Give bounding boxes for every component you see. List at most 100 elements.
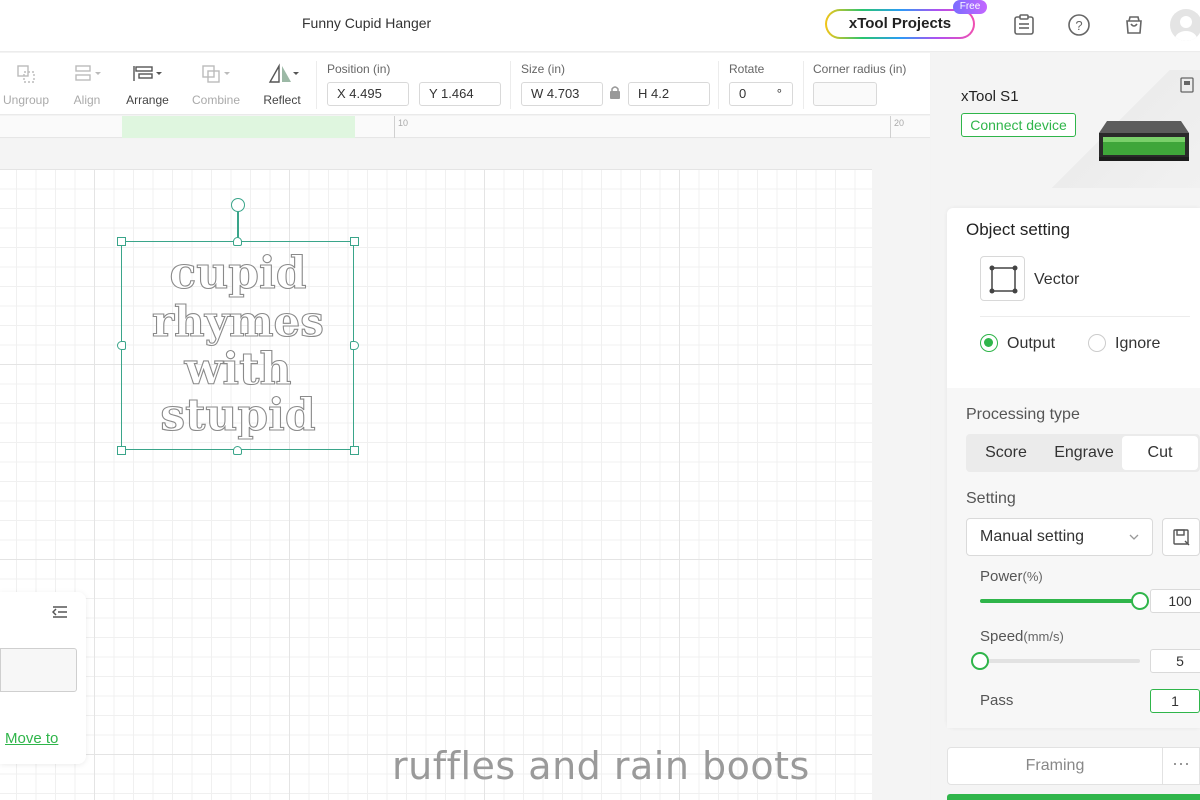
size-width-field[interactable]: W 4.703 (521, 82, 603, 106)
toolbar-divider (718, 61, 719, 109)
document-title[interactable]: Funny Cupid Hanger (302, 15, 431, 31)
more-options-button[interactable]: ··· (1163, 747, 1200, 785)
resize-handle-left[interactable] (117, 341, 126, 350)
connect-device-button[interactable]: Connect device (961, 113, 1076, 137)
size-label: Size (in) (521, 62, 566, 76)
rotate-label: Rotate (729, 62, 765, 76)
arrange-label: Arrange (126, 93, 169, 107)
resize-handle-top-right[interactable] (350, 237, 359, 246)
process-button[interactable] (947, 794, 1200, 800)
combine-button[interactable]: Combine (186, 61, 246, 107)
vector-type-icon (980, 256, 1025, 301)
toolbar-divider (803, 61, 804, 109)
vector-label: Vector (1034, 271, 1080, 288)
avatar[interactable] (1170, 9, 1200, 41)
top-bar: Funny Cupid Hanger xTool Projects Free ? (0, 0, 1200, 52)
power-label: Power(%) (980, 568, 1043, 585)
resize-handle-top-left[interactable] (117, 237, 126, 246)
resize-handle-bottom-right[interactable] (350, 446, 359, 455)
power-unit: (%) (1022, 569, 1043, 584)
align-button[interactable]: Align (64, 61, 110, 107)
ungroup-button[interactable]: Ungroup (0, 61, 52, 107)
processing-type-cut[interactable]: Cut (1122, 436, 1198, 470)
setting-select-value: Manual setting (980, 528, 1085, 545)
ungroup-icon (0, 61, 52, 87)
ignore-radio[interactable] (1088, 334, 1106, 352)
horizontal-ruler: 10 20 (0, 116, 930, 138)
object-setting-title: Object setting (966, 220, 1070, 239)
combine-icon (186, 61, 246, 87)
framing-button[interactable]: Framing (947, 747, 1163, 785)
ruler-tick-label: 20 (894, 118, 905, 128)
speed-input[interactable]: 5 (1150, 649, 1200, 673)
ungroup-label: Ungroup (2, 93, 50, 107)
clipboard-icon[interactable] (1011, 12, 1037, 38)
ruler-major-tick (394, 116, 395, 138)
device-card: xTool S1 Connect device (947, 70, 1200, 188)
size-height-field[interactable]: H 4.2 (628, 82, 710, 106)
reflect-button[interactable]: Reflect (258, 61, 306, 107)
collapse-panel-icon[interactable] (51, 604, 68, 625)
pass-input[interactable]: 1 (1150, 689, 1200, 713)
power-slider[interactable] (980, 592, 1149, 610)
shop-bag-icon[interactable] (1121, 12, 1147, 38)
setting-label: Setting (966, 490, 1016, 507)
xtool-projects-button[interactable]: xTool Projects (825, 9, 975, 39)
svg-text:?: ? (1075, 18, 1082, 33)
save-preset-icon (1173, 529, 1190, 546)
move-to-link[interactable]: Move to (5, 730, 58, 747)
power-slider-knob[interactable] (1131, 592, 1149, 610)
processing-type-engrave[interactable]: Engrave (1046, 434, 1122, 472)
canvas-area[interactable] (0, 139, 930, 800)
rotate-field[interactable]: 0 ° (729, 82, 793, 106)
chevron-down-icon (1128, 519, 1140, 569)
selection-box[interactable] (121, 241, 354, 450)
corner-radius-label: Corner radius (in) (813, 62, 907, 76)
toolbar-divider (316, 61, 317, 109)
rotate-unit: ° (776, 86, 782, 101)
ruler-tick-label: 10 (398, 118, 409, 128)
ruler-selection-highlight (122, 116, 355, 138)
processing-type-selector: Score Engrave Cut (966, 434, 1200, 472)
speed-slider[interactable] (971, 652, 1140, 670)
lock-ratio-icon[interactable] (608, 84, 622, 102)
layer-thumbnail[interactable] (0, 648, 77, 692)
setting-select[interactable]: Manual setting (966, 518, 1153, 556)
output-radio[interactable] (980, 334, 998, 352)
arrange-icon (120, 61, 175, 87)
power-label-text: Power (980, 568, 1023, 585)
free-badge: Free (953, 0, 987, 14)
device-doc-icon[interactable] (1180, 77, 1194, 98)
position-x-field[interactable]: X 4.495 (327, 82, 409, 106)
pass-label: Pass (980, 692, 1014, 709)
align-label: Align (73, 93, 101, 107)
right-panel: xTool S1 Connect device Object setting V… (931, 53, 1200, 800)
resize-handle-bottom[interactable] (233, 446, 242, 455)
speed-unit: (mm/s) (1023, 629, 1064, 644)
save-setting-button[interactable] (1162, 518, 1200, 556)
corner-radius-field[interactable] (813, 82, 877, 106)
reflect-label: Reflect (263, 93, 301, 107)
laser-machine-image (1099, 121, 1189, 161)
resize-handle-right[interactable] (350, 341, 359, 350)
layer-panel: Move to (0, 592, 86, 764)
ruler-major-tick (890, 116, 891, 138)
rotation-handle[interactable] (231, 198, 245, 212)
resize-handle-bottom-left[interactable] (117, 446, 126, 455)
power-input[interactable]: 100 (1150, 589, 1200, 613)
align-icon (64, 61, 110, 87)
object-setting-card: Object setting Vector Output Ignore Proc… (947, 208, 1200, 728)
divider (980, 316, 1190, 317)
rotate-value: 0 (739, 86, 747, 101)
help-icon[interactable]: ? (1066, 12, 1092, 38)
arrange-button[interactable]: Arrange (120, 61, 175, 107)
processing-type-score[interactable]: Score (966, 434, 1046, 472)
resize-handle-top[interactable] (233, 237, 242, 246)
ignore-label: Ignore (1115, 335, 1161, 352)
speed-slider-knob[interactable] (971, 652, 989, 670)
position-y-field[interactable]: Y 1.464 (419, 82, 501, 106)
toolbar-divider (510, 61, 511, 109)
canvas-margin (872, 169, 930, 800)
power-slider-fill (980, 599, 1140, 603)
reflect-icon (258, 61, 306, 87)
